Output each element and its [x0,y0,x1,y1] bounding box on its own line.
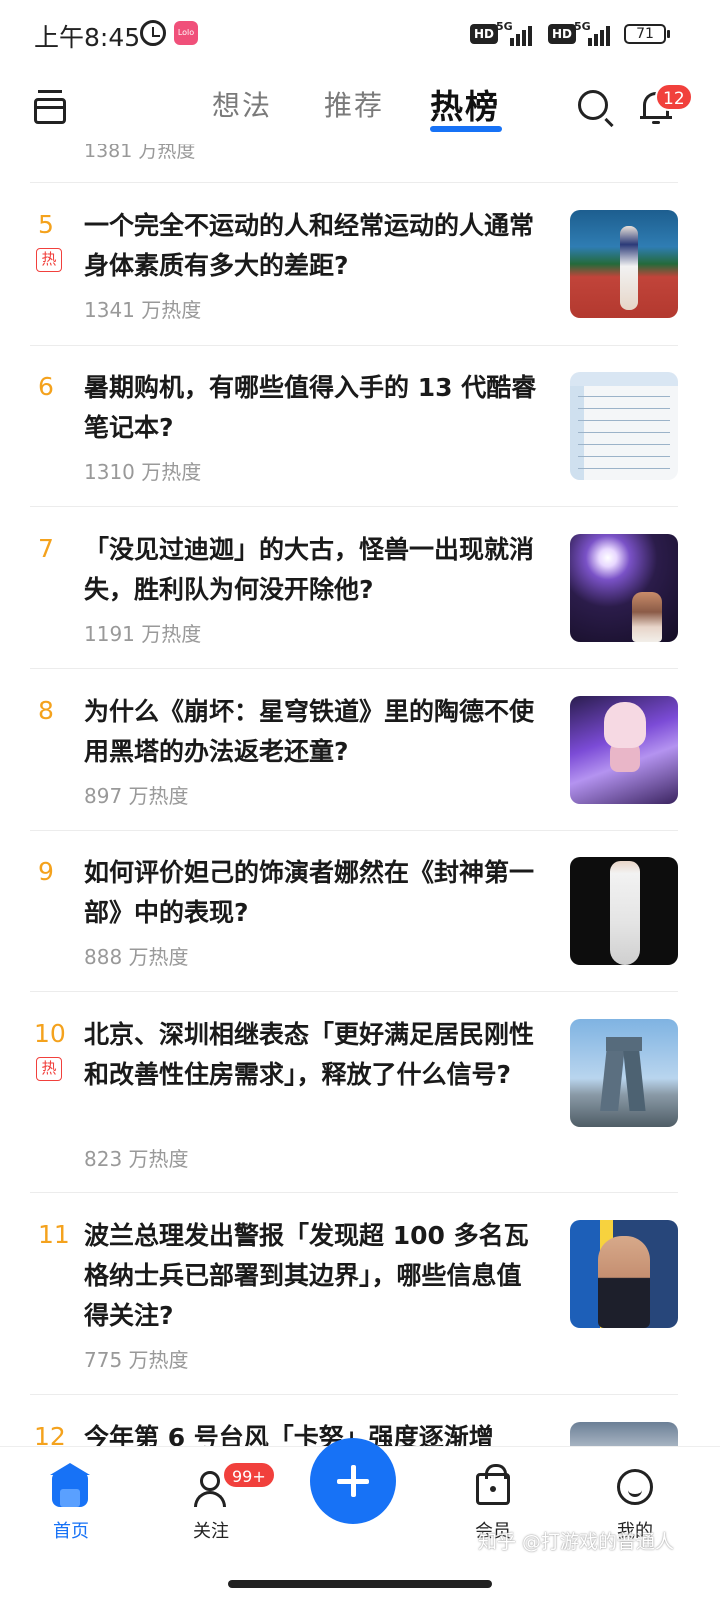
rank-number: 7 [38,534,54,563]
hot-list-feed[interactable]: 1381 万热度 5 热 一个完全不运动的人和经常运动的人通常身体素质有多大的差… [0,144,720,1446]
status-bar: 上午8:45 Lolo HD 5G HD 5G 71 [0,0,720,70]
hot-tag-badge: 热 [36,1057,62,1081]
alarm-clock-icon [140,20,166,46]
home-indicator-bar[interactable] [228,1580,492,1588]
hot-item-title[interactable]: 北京、深圳相继表态「更好满足居民刚性和改善性住房需求」，释放了什么信号? [84,1015,546,1095]
rank-number: 6 [38,372,54,401]
search-icon[interactable] [578,90,608,120]
heat-count: 1341 万热度 [84,298,202,322]
heat-count: 1191 万热度 [84,622,202,646]
battery-icon: 71 [624,24,670,44]
hd-badge-sim1: HD [470,24,499,44]
home-icon [50,1463,90,1507]
signal-sim2-icon: 5G [574,20,614,46]
hot-list-item[interactable]: 7 「没见过迪迦」的大古，怪兽一出现就消失，胜利队为何没开除他? 1191 万热… [0,514,720,676]
hot-tag-badge: 热 [36,248,62,272]
history-menu-icon[interactable] [34,90,66,124]
rank-number: 9 [38,857,54,886]
create-post-button[interactable] [310,1438,396,1524]
hot-list-item[interactable]: 8 为什么《崩坏：星穹铁道》里的陶德不使用黑塔的办法返老还童? 897 万热度 [0,676,720,838]
hd-badge-sim2: HD [548,24,577,44]
rank-number: 12 [34,1422,66,1446]
heat-count: 775 万热度 [84,1348,189,1372]
tab-recommend[interactable]: 推荐 [324,84,384,124]
top-navigation: 想法 推荐 热榜 [0,70,720,144]
signal-sim1-icon: 5G [496,20,536,46]
hot-list-item[interactable]: 10 热 北京、深圳相继表态「更好满足居民刚性和改善性住房需求」，释放了什么信号… [0,999,720,1199]
nav-follow-label: 关注 [193,1521,229,1542]
follow-count-badge: 99+ [222,1461,276,1489]
item-thumbnail[interactable] [570,210,678,318]
item-thumbnail[interactable] [570,1019,678,1127]
hot-list-item[interactable]: 6 暑期购机，有哪些值得入手的 13 代酷睿笔记本? 1310 万热度 [0,352,720,514]
rank-number: 10 [34,1019,66,1048]
active-tab-indicator [430,126,502,132]
hot-list-item[interactable]: 9 如何评价妲己的饰演者娜然在《封神第一部》中的表现? 888 万热度 [0,837,720,999]
hot-list-item[interactable]: 11 波兰总理发出警报「发现超 100 多名瓦格纳士兵已部署到其边界」，哪些信息… [0,1200,720,1400]
divider [30,991,678,992]
notification-count-badge: 12 [655,83,693,111]
rank-number: 5 [38,210,54,239]
divider [30,1394,678,1395]
rank-number: 11 [38,1220,70,1249]
hot-item-title[interactable]: 今年第 6 号台风「卡努」强度逐渐增 [84,1418,546,1446]
app-notification-icon: Lolo [174,21,198,45]
profile-face-icon [617,1469,653,1505]
item-thumbnail[interactable] [570,1422,678,1446]
divider [30,182,678,183]
hot-item-title[interactable]: 一个完全不运动的人和经常运动的人通常身体素质有多大的差距? [84,206,546,286]
item-thumbnail[interactable] [570,696,678,804]
status-time: 上午8:45 [34,23,141,52]
tab-ideas[interactable]: 想法 [212,84,272,124]
divider [30,1192,678,1193]
item-thumbnail[interactable] [570,534,678,642]
heat-count: 897 万热度 [84,784,189,808]
heat-count: 823 万热度 [84,1147,189,1171]
hot-list-item[interactable]: 5 热 一个完全不运动的人和经常运动的人通常身体素质有多大的差距? 1341 万… [0,190,720,352]
partial-item-heat: 1381 万热度 [84,144,196,162]
hot-item-title[interactable]: 波兰总理发出警报「发现超 100 多名瓦格纳士兵已部署到其边界」，哪些信息值得关… [84,1216,546,1336]
item-thumbnail[interactable] [570,1220,678,1328]
hot-item-title[interactable]: 如何评价妲己的饰演者娜然在《封神第一部》中的表现? [84,853,546,933]
divider [30,345,678,346]
hot-item-title[interactable]: 暑期购机，有哪些值得入手的 13 代酷睿笔记本? [84,368,546,448]
divider [30,830,678,831]
heat-count: 888 万热度 [84,945,189,969]
item-thumbnail[interactable] [570,857,678,965]
nav-home[interactable]: 首页 [16,1455,126,1545]
item-thumbnail[interactable] [570,372,678,480]
nav-home-label: 首页 [53,1521,89,1542]
tab-hot-list[interactable]: 热榜 [430,80,500,128]
watermark: 知乎 @打游戏的普通人 [478,1531,675,1553]
rank-number: 8 [38,696,54,725]
divider [30,668,678,669]
divider [30,506,678,507]
hot-item-title[interactable]: 为什么《崩坏：星穹铁道》里的陶德不使用黑塔的办法返老还童? [84,692,546,772]
heat-count: 1310 万热度 [84,460,202,484]
hot-item-title[interactable]: 「没见过迪迦」的大古，怪兽一出现就消失，胜利队为何没开除他? [84,530,546,610]
member-bag-icon [476,1464,510,1505]
